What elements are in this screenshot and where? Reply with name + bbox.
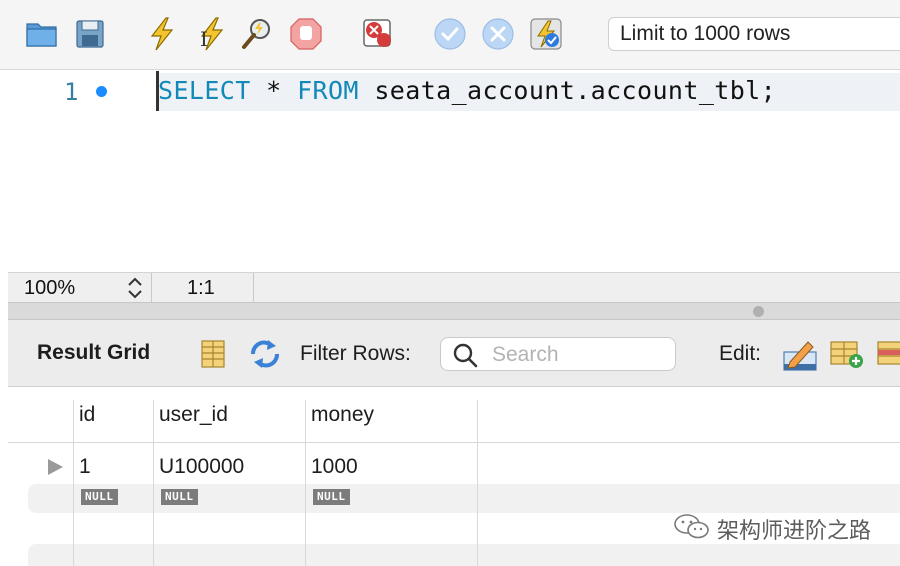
edit-label: Edit: [719, 342, 762, 365]
column-divider [73, 400, 74, 566]
zoom-level: 100% [24, 277, 76, 299]
watermark-text: 架构师进阶之路 [717, 519, 872, 544]
column-divider [477, 400, 478, 566]
sql-keyword-from: FROM [297, 76, 359, 105]
null-badge[interactable]: NULL [313, 489, 350, 505]
panel-splitter[interactable] [8, 302, 900, 320]
line-number: 1 [64, 78, 79, 106]
wechat-logo-icon [674, 514, 709, 539]
execute-icon [150, 17, 174, 51]
sql-statement[interactable]: SELECT * FROM seata_account.account_tbl; [158, 76, 776, 108]
zoom-stepper-icon[interactable] [126, 276, 144, 300]
column-divider [305, 400, 306, 566]
cursor-position: 1:1 [187, 277, 215, 299]
execute-button[interactable] [144, 16, 180, 52]
table-cell-money[interactable]: 1000 [311, 455, 358, 479]
rollback-icon [482, 18, 514, 50]
folder-icon [26, 23, 57, 47]
autocommit-icon [530, 18, 562, 50]
save-button[interactable] [72, 16, 108, 52]
stop-button[interactable] [288, 16, 324, 52]
table-row-bg [28, 484, 900, 513]
sql-star: * [250, 76, 298, 105]
explain-button[interactable] [240, 16, 276, 52]
sql-table-name: seata_account.account_tbl; [358, 76, 777, 105]
sql-keyword-select: SELECT [158, 76, 251, 105]
column-header-id[interactable]: id [79, 403, 95, 427]
status-divider [253, 273, 254, 302]
header-divider [8, 442, 900, 443]
table-cell-id[interactable]: 1 [79, 455, 91, 479]
open-folder-button[interactable] [24, 16, 60, 52]
statement-marker-icon[interactable] [96, 86, 107, 97]
table-row-bg [28, 544, 900, 566]
column-header-money[interactable]: money [311, 403, 374, 427]
stop-on-error-icon [363, 19, 391, 47]
rollback-button[interactable] [480, 16, 516, 52]
status-divider [151, 273, 152, 302]
execute-statement-icon: I [200, 17, 224, 51]
delete-row-icon[interactable] [876, 338, 900, 370]
null-badge[interactable]: NULL [81, 489, 118, 505]
row-limit-select[interactable]: Limit to 1000 rows [608, 17, 900, 51]
grid-layout-icon[interactable] [199, 339, 227, 369]
commit-button[interactable] [432, 16, 468, 52]
svg-text:I: I [200, 27, 208, 51]
commit-icon [434, 18, 466, 50]
filter-rows-label: Filter Rows: [300, 342, 411, 365]
stop-icon [290, 18, 322, 50]
refresh-icon[interactable] [248, 338, 282, 370]
execute-statement-button[interactable]: I [192, 16, 228, 52]
edit-cell-icon[interactable] [782, 336, 818, 372]
row-pointer-icon [48, 459, 63, 475]
search-placeholder: Search [492, 343, 559, 366]
autocommit-toggle[interactable] [528, 16, 564, 52]
splitter-handle[interactable] [753, 306, 764, 317]
search-icon [453, 343, 478, 368]
result-grid-title: Result Grid [37, 341, 151, 364]
explain-icon [242, 19, 270, 49]
stop-on-error-button[interactable] [360, 16, 396, 52]
save-icon [76, 20, 104, 48]
table-cell-user-id[interactable]: U100000 [159, 455, 244, 479]
add-row-icon[interactable] [829, 338, 865, 370]
text-caret [156, 71, 159, 111]
column-header-user-id[interactable]: user_id [159, 403, 228, 427]
null-badge[interactable]: NULL [161, 489, 198, 505]
column-divider [153, 400, 154, 566]
